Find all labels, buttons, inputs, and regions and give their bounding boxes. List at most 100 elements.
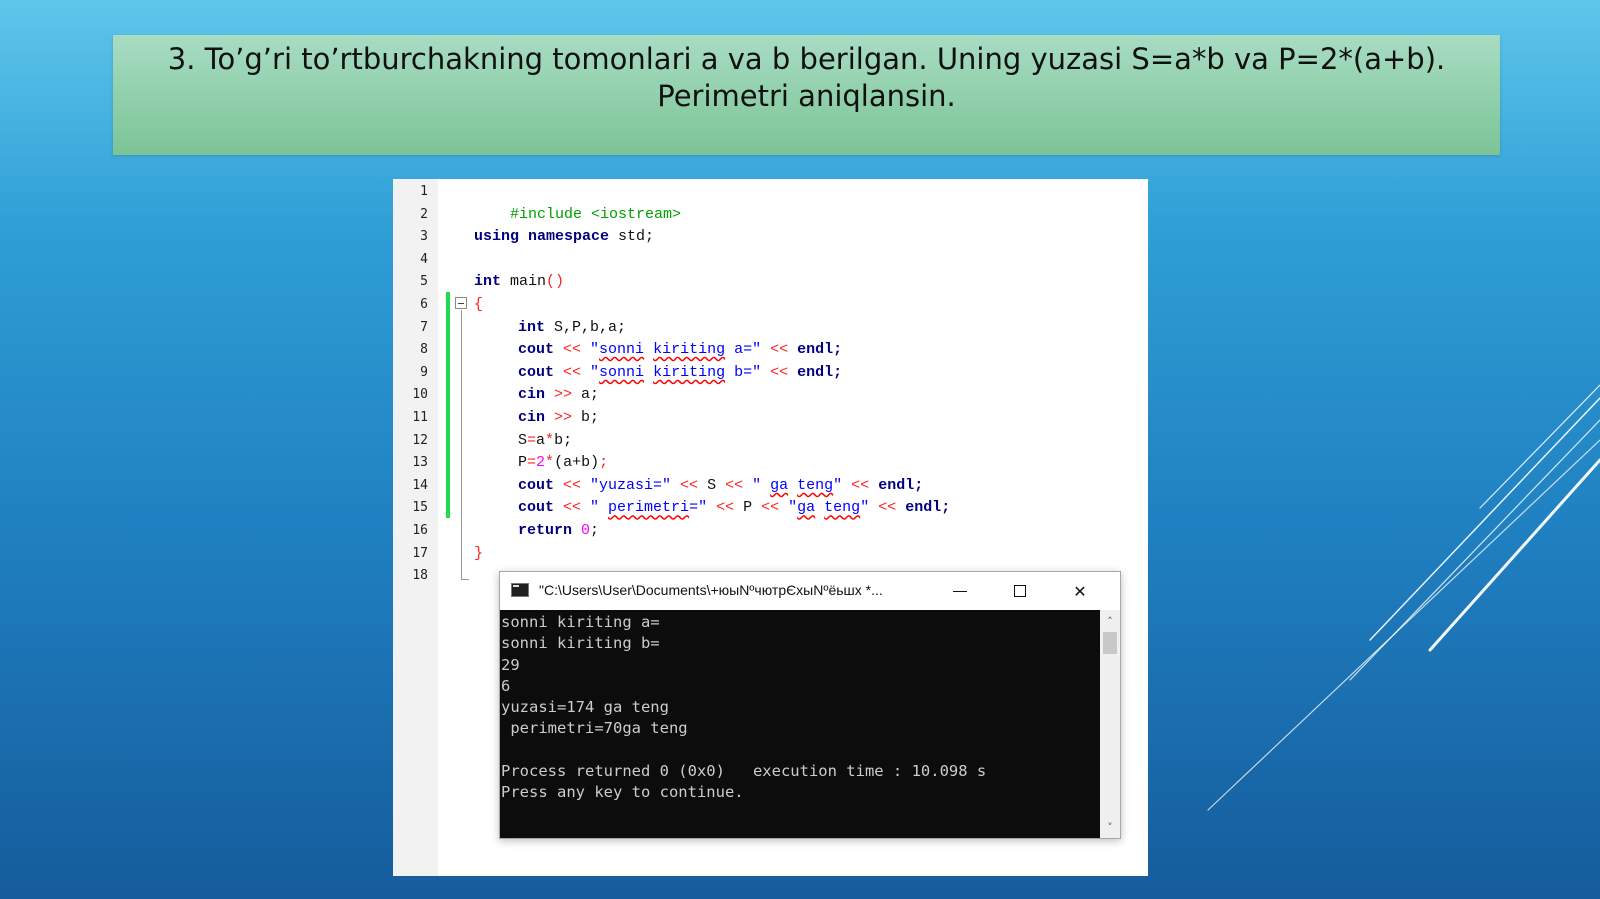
slide-title: 3. To’g’ri to’rtburchakning tomonlari a …: [113, 41, 1500, 115]
operator: <<: [752, 499, 789, 517]
string: ": [860, 499, 870, 517]
string: [644, 364, 653, 381]
operator: >>: [545, 386, 582, 404]
operator: <<: [842, 476, 879, 494]
chevron-down-icon: ˅: [1107, 820, 1113, 834]
scroll-up-button[interactable]: ˄: [1100, 612, 1120, 630]
keyword: cout: [518, 499, 555, 517]
line-number: 12: [412, 432, 428, 448]
line-number: 3: [420, 229, 428, 245]
string: [788, 477, 797, 494]
operator: <<: [869, 499, 906, 517]
vertical-scrollbar[interactable]: ˄ ˅: [1100, 610, 1120, 838]
console-title: "C:\Users\User\Documents\+юыNºчютрЄхыNºё…: [539, 582, 883, 598]
line-number: 7: [420, 319, 428, 335]
scroll-down-button[interactable]: ˅: [1100, 818, 1120, 836]
line-number: 13: [412, 455, 428, 471]
keyword: endl;: [797, 341, 843, 359]
operator: <<: [716, 476, 753, 494]
string: ": [590, 363, 600, 381]
operator: *: [545, 454, 555, 472]
console-app-icon: [511, 583, 529, 597]
slide-title-banner: 3. To’g’ri to’rtburchakning tomonlari a …: [113, 35, 1500, 155]
line-number: 4: [420, 251, 428, 267]
close-icon: ✕: [1073, 581, 1087, 601]
line-number: 10: [412, 387, 428, 403]
operator: <<: [761, 341, 798, 359]
code-line: }: [474, 543, 483, 566]
string-misspelled: sonni: [599, 363, 645, 381]
operator: >>: [545, 409, 582, 426]
operator: <<: [554, 341, 591, 359]
preprocessor-directive: #include <iostream>: [510, 205, 682, 223]
line-number: 17: [412, 545, 428, 561]
line-number-gutter: 1 2 3 4 5 6 7 8 9 10 11 12 13 14 15 16 1…: [393, 179, 438, 876]
console-window[interactable]: "C:\Users\User\Documents\+юыNºчютрЄхыNºё…: [499, 571, 1121, 839]
string: [644, 341, 653, 358]
code-line: cout << "yuzasi=" << S << " ga teng" << …: [518, 475, 923, 498]
slide-title-line-1: 3. To’g’ri to’rtburchakning tomonlari a …: [167, 42, 1446, 76]
console-output: sonni kiriting a= sonni kiriting b= 29 6…: [501, 613, 987, 802]
string: b=": [725, 363, 762, 381]
string: ": [833, 476, 843, 494]
minimize-button[interactable]: [930, 572, 990, 610]
string-misspelled: perimetri: [608, 499, 690, 517]
code-line: return 0;: [518, 520, 599, 543]
operator: <<: [554, 476, 591, 494]
changed-lines-marker: [446, 292, 450, 518]
keyword: using namespace: [474, 228, 610, 246]
code-text: P: [743, 499, 753, 517]
line-number: 15: [412, 500, 428, 516]
code-line: cin >> b;: [518, 407, 599, 430]
slide-title-line-2: Perimetri aniqlansin.: [657, 79, 956, 113]
operator: =: [527, 431, 537, 449]
code-text: S: [707, 476, 717, 494]
brace: {: [474, 296, 484, 313]
string-misspelled: ga: [770, 476, 789, 494]
maximize-icon: [1014, 585, 1026, 597]
string: a=": [725, 341, 762, 359]
code-line: int main(): [474, 271, 564, 294]
string-misspelled: sonni: [599, 341, 645, 359]
keyword: endl;: [905, 499, 951, 517]
line-number: 18: [412, 568, 428, 584]
code-text: S: [518, 431, 528, 449]
operator: *: [545, 431, 555, 449]
keyword: cout: [518, 341, 555, 359]
operator: <<: [671, 476, 708, 494]
keyword: cout: [518, 476, 555, 494]
string-misspelled: ga: [797, 499, 816, 517]
brace: }: [474, 544, 484, 562]
code-text: P: [518, 454, 528, 472]
line-number: 6: [420, 297, 428, 312]
line-number: 16: [412, 523, 428, 538]
code-text: a;: [581, 386, 600, 404]
number-literal: 0: [581, 522, 591, 539]
fold-collapse-icon[interactable]: [455, 297, 467, 309]
line-number: 14: [412, 477, 428, 493]
keyword: return: [518, 522, 573, 539]
line-number: 11: [412, 410, 428, 425]
maximize-button[interactable]: [990, 572, 1050, 610]
keyword: cin: [518, 386, 546, 404]
scroll-thumb[interactable]: [1103, 632, 1117, 654]
keyword: int: [518, 318, 546, 336]
string: ": [590, 499, 609, 517]
line-number: 9: [420, 364, 428, 380]
line-number: 2: [420, 206, 428, 222]
operator: (): [546, 273, 565, 291]
string: "yuzasi=": [590, 476, 672, 494]
keyword: int: [474, 273, 502, 291]
string-misspelled: kiriting: [653, 363, 726, 381]
operator: <<: [761, 363, 798, 381]
close-button[interactable]: ✕: [1050, 572, 1110, 610]
number-literal: 2: [536, 454, 546, 472]
string: ": [590, 341, 600, 359]
operator: <<: [707, 499, 744, 517]
operator: <<: [554, 363, 591, 381]
console-titlebar[interactable]: "C:\Users\User\Documents\+юыNºчютрЄхыNºё…: [500, 572, 1120, 610]
string: =": [689, 499, 708, 517]
code-text: ;: [590, 522, 600, 539]
code-line: cout << "sonni kiriting a=" << endl;: [518, 339, 842, 362]
